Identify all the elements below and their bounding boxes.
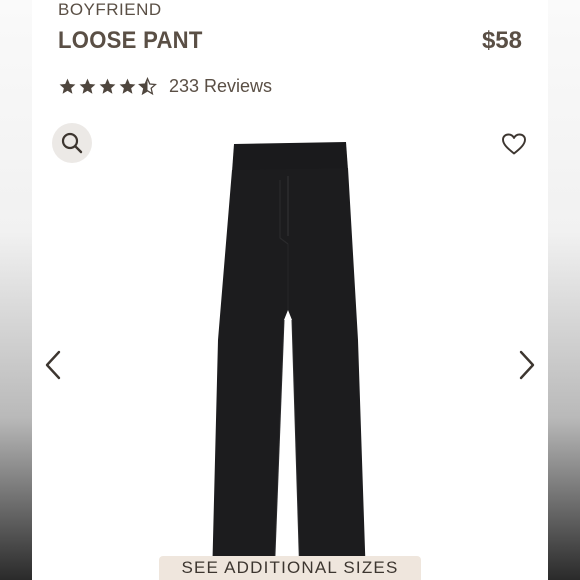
product-card: BOYFRIEND LOOSE PANT $58 233 Reviews SEE… — [32, 0, 548, 580]
see-additional-sizes-button[interactable]: SEE ADDITIONAL SIZES — [159, 556, 421, 580]
rating-row[interactable]: 233 Reviews — [58, 76, 272, 97]
product-brand: BOYFRIEND — [58, 0, 162, 19]
product-name: LOOSE PANT — [58, 27, 203, 54]
product-price: $58 — [481, 27, 522, 54]
chevron-right-icon — [519, 350, 535, 380]
chevron-left-icon — [45, 350, 61, 380]
star-icon — [59, 78, 76, 94]
heart-icon — [502, 133, 526, 155]
star-icon — [119, 78, 136, 94]
half-star-icon — [138, 77, 157, 96]
zoom-search-button[interactable] — [52, 123, 92, 163]
previous-image-button[interactable] — [42, 348, 66, 382]
star-rating — [58, 77, 157, 96]
search-icon — [61, 132, 83, 154]
product-image-pants — [212, 142, 366, 580]
star-icon — [99, 78, 116, 94]
star-icon — [79, 78, 96, 94]
see-sizes-label: SEE ADDITIONAL SIZES — [181, 558, 399, 577]
background-right — [548, 0, 580, 580]
background-left — [0, 0, 32, 580]
favorite-button[interactable] — [500, 130, 528, 158]
reviews-link[interactable]: 233 Reviews — [169, 76, 272, 97]
next-image-button[interactable] — [514, 348, 538, 382]
